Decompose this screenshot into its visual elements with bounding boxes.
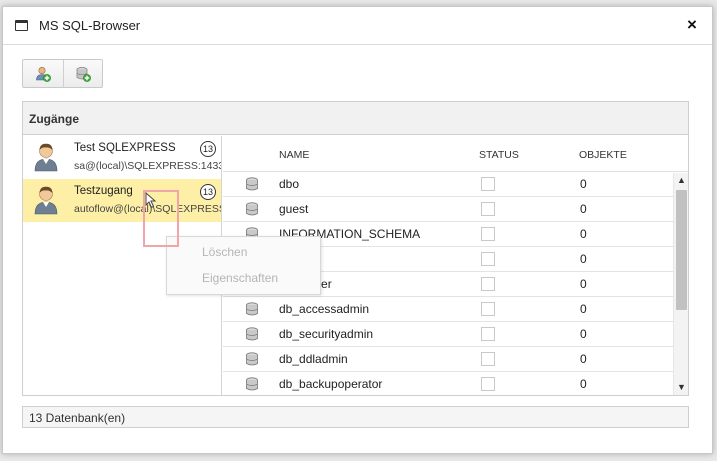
column-header-objects[interactable]: OBJEKTE xyxy=(579,149,627,161)
menu-item-properties[interactable]: Eigenschaften xyxy=(167,263,320,289)
scroll-up-arrow-icon[interactable]: ▲ xyxy=(674,173,688,188)
panel-header: Zugänge xyxy=(23,102,688,135)
table-row[interactable]: db_accessadmin 0 xyxy=(223,297,688,322)
status-checkbox[interactable] xyxy=(481,377,495,391)
user-avatar-icon xyxy=(34,143,58,172)
database-name: db_accessadmin xyxy=(279,302,370,316)
column-header-status[interactable]: STATUS xyxy=(479,149,519,161)
database-icon xyxy=(246,377,258,391)
user-avatar-icon xyxy=(34,186,58,215)
account-item[interactable]: Test SQLEXPRESS sa@(local)\SQLEXPRESS:14… xyxy=(23,136,221,179)
database-name: db_ddladmin xyxy=(279,352,348,366)
table-header: NAME STATUS OBJEKTE xyxy=(223,136,688,172)
object-count: 0 xyxy=(580,252,587,266)
object-count: 0 xyxy=(580,377,587,391)
object-count: 0 xyxy=(580,177,587,191)
accounts-panel: Zugänge Test SQLEXPRESS sa@(local)\SQLEX… xyxy=(22,101,689,396)
table-row[interactable]: db_securityadmin 0 xyxy=(223,322,688,347)
status-checkbox[interactable] xyxy=(481,227,495,241)
table-row[interactable]: db_ddladmin 0 xyxy=(223,347,688,372)
account-count-badge: 13 xyxy=(200,141,216,157)
database-icon xyxy=(246,177,258,191)
add-account-button[interactable] xyxy=(23,60,63,87)
menu-item-delete[interactable]: Löschen xyxy=(167,237,320,263)
account-count-badge: 13 xyxy=(200,184,216,200)
mouse-cursor-icon xyxy=(145,192,157,209)
scroll-down-arrow-icon[interactable]: ▼ xyxy=(674,380,688,395)
object-count: 0 xyxy=(580,302,587,316)
scroll-thumb[interactable] xyxy=(676,190,687,310)
database-icon xyxy=(246,302,258,316)
add-database-button[interactable] xyxy=(62,60,103,87)
status-checkbox[interactable] xyxy=(481,327,495,341)
context-menu: Löschen Eigenschaften xyxy=(166,236,321,295)
table-row[interactable]: guest 0 xyxy=(223,197,688,222)
database-name: db_securityadmin xyxy=(279,327,374,341)
object-count: 0 xyxy=(580,352,587,366)
status-checkbox[interactable] xyxy=(481,352,495,366)
close-button[interactable]: × xyxy=(682,15,702,35)
status-checkbox[interactable] xyxy=(481,177,495,191)
table-row[interactable]: dbo 0 xyxy=(223,172,688,197)
status-checkbox[interactable] xyxy=(481,277,495,291)
toolbar xyxy=(22,59,103,88)
titlebar: MS SQL-Browser × xyxy=(3,7,712,45)
object-count: 0 xyxy=(580,327,587,341)
account-name: Test SQLEXPRESS xyxy=(74,142,176,154)
object-count: 0 xyxy=(580,227,587,241)
status-checkbox[interactable] xyxy=(481,202,495,216)
window-icon xyxy=(15,20,28,31)
database-icon xyxy=(246,202,258,216)
status-checkbox[interactable] xyxy=(481,252,495,266)
account-connection: sa@(local)\SQLEXPRESS:1433 xyxy=(74,160,221,172)
add-database-icon xyxy=(76,66,91,82)
status-bar: 13 Datenbank(en) xyxy=(22,406,689,428)
database-icon xyxy=(246,327,258,341)
add-user-icon xyxy=(35,66,51,82)
window-title: MS SQL-Browser xyxy=(39,18,141,33)
column-header-name[interactable]: NAME xyxy=(279,149,309,161)
status-checkbox[interactable] xyxy=(481,302,495,316)
vertical-scrollbar[interactable]: ▲ ▼ xyxy=(673,173,688,395)
table-row[interactable]: db_backupoperator 0 xyxy=(223,372,688,395)
database-name: dbo xyxy=(279,177,300,191)
account-item-selected[interactable]: Testzugang autoflow@(local)\SQLEXPRESS:1… xyxy=(23,179,221,222)
object-count: 0 xyxy=(580,277,587,291)
database-icon xyxy=(246,352,258,366)
database-name: db_backupoperator xyxy=(279,377,383,391)
database-name: guest xyxy=(279,202,309,216)
object-count: 0 xyxy=(580,202,587,216)
